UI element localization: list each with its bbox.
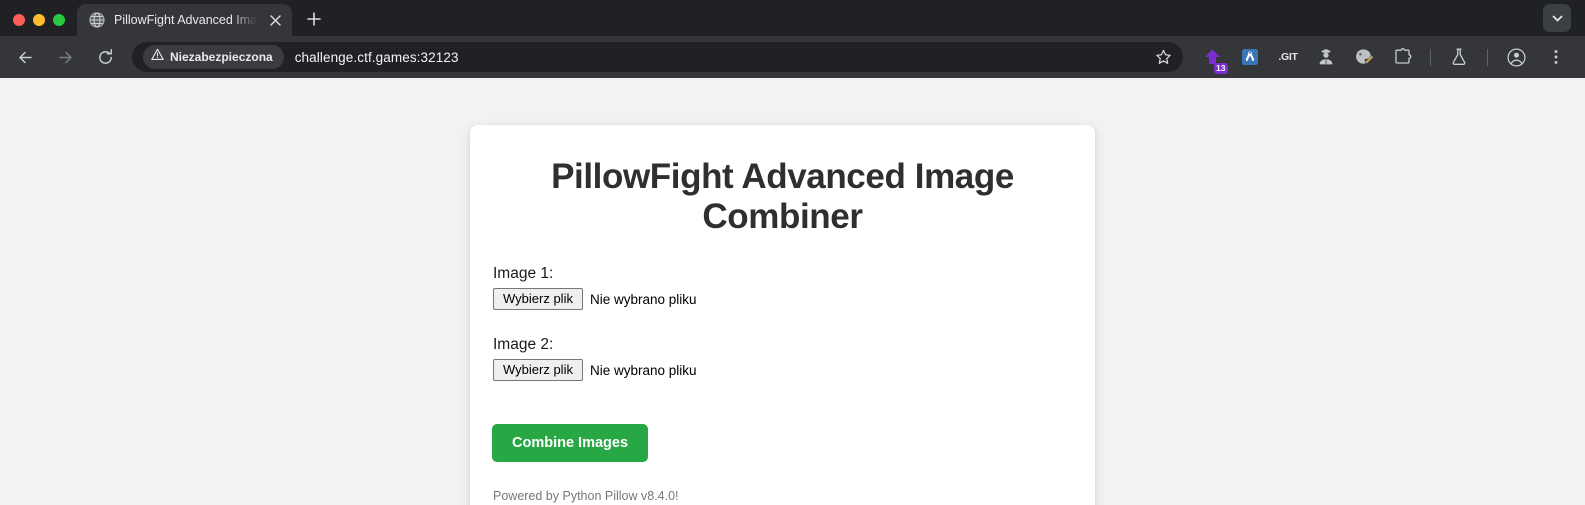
url-text: challenge.ctf.games:32123 xyxy=(294,49,459,65)
forward-arrow-icon[interactable] xyxy=(49,41,81,73)
account-circle-icon[interactable] xyxy=(1501,42,1531,72)
minimize-window-button[interactable] xyxy=(33,14,45,26)
reload-icon[interactable] xyxy=(89,41,121,73)
image-2-label: Image 2: xyxy=(493,336,554,353)
close-window-button[interactable] xyxy=(13,14,25,26)
image-2-choose-file-button[interactable]: Wybierz plik xyxy=(493,359,583,381)
page-title: PillowFight Advanced Image Combiner xyxy=(551,157,1014,236)
combine-images-button[interactable]: Combine Images xyxy=(492,424,649,462)
wrench-extension[interactable] xyxy=(1235,42,1265,72)
image-1-choose-file-button[interactable]: Wybierz plik xyxy=(493,288,583,310)
warning-triangle-icon xyxy=(151,48,164,66)
toolbar-divider xyxy=(1430,48,1431,66)
window-controls xyxy=(0,14,77,36)
flask-icon[interactable] xyxy=(1444,42,1474,72)
image-1-file-status: Nie wybrano pliku xyxy=(589,291,697,307)
security-status-text: Niezabezpieczona xyxy=(170,50,273,64)
upload-arrow-extension[interactable]: 13 xyxy=(1197,42,1228,74)
three-dot-menu-icon[interactable] xyxy=(1541,42,1571,72)
image-combiner-card: PillowFight Advanced Image Combiner Imag… xyxy=(470,125,1095,505)
tab-title: PillowFight Advanced Image Combiner xyxy=(114,13,257,27)
site-security-chip[interactable]: Niezabezpieczona xyxy=(143,45,284,69)
image-2-file-status: Nie wybrano pliku xyxy=(589,362,697,378)
star-icon[interactable] xyxy=(1149,43,1177,71)
address-bar[interactable]: Niezabezpieczona challenge.ctf.games:321… xyxy=(132,42,1183,72)
tab-strip: PillowFight Advanced Image Combiner xyxy=(0,0,1585,36)
chevron-down-icon[interactable] xyxy=(1543,4,1571,32)
git-extension[interactable]: .GIT xyxy=(1273,42,1303,72)
extensions-area: 13 .GIT xyxy=(1193,42,1421,74)
toolbar-divider-2 xyxy=(1487,48,1488,66)
browser-tab[interactable]: PillowFight Advanced Image Combiner xyxy=(77,4,292,36)
browser-window: PillowFight Advanced Image Combiner xyxy=(0,0,1585,505)
browser-toolbar: Niezabezpieczona challenge.ctf.games:321… xyxy=(0,36,1585,78)
globe-icon xyxy=(89,12,105,28)
puzzle-extensions-button[interactable] xyxy=(1387,42,1417,72)
page-viewport: PillowFight Advanced Image Combiner Imag… xyxy=(0,78,1585,505)
image-2-file-input[interactable]: Wybierz plik Nie wybrano pliku xyxy=(492,359,1073,381)
powered-by-text: Powered by Python Pillow v8.4.0! xyxy=(493,489,679,503)
palette-extension[interactable] xyxy=(1349,42,1379,72)
close-icon[interactable] xyxy=(266,11,284,29)
maximize-window-button[interactable] xyxy=(53,14,65,26)
image-1-label: Image 1: xyxy=(493,265,554,282)
new-tab-button[interactable] xyxy=(300,5,328,33)
image-1-file-input[interactable]: Wybierz plik Nie wybrano pliku xyxy=(492,288,1073,310)
spy-extension[interactable] xyxy=(1311,42,1341,72)
back-arrow-icon[interactable] xyxy=(9,41,41,73)
extension-badge-count: 13 xyxy=(1213,63,1228,74)
git-extension-label: .GIT xyxy=(1278,51,1298,63)
